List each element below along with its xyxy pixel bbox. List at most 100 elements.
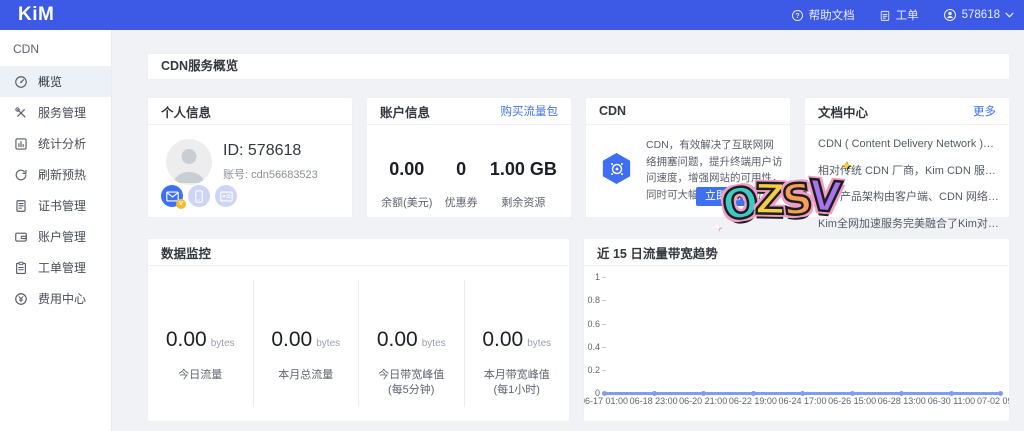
- sidebar-item-label: 服务管理: [38, 104, 86, 121]
- docs-card-header: 文档中心 更多: [805, 98, 1009, 125]
- docs-center-card: 文档中心 更多 CDN ( Content Delivery Network )…: [804, 97, 1010, 218]
- certificate-icon: [14, 199, 28, 213]
- docs-list: CDN ( Content Delivery Network )，也即内容分发 …: [818, 131, 999, 237]
- data-monitor-card: 数据监控 0.00bytes 今日流量 0.00bytes 本月总流量 0.00…: [147, 238, 570, 422]
- docs-more-link[interactable]: 更多: [973, 103, 996, 119]
- help-icon: ?: [791, 9, 804, 22]
- ticket-button[interactable]: 工单: [879, 7, 919, 23]
- month-traffic-stat: 0.00bytes 本月总流量: [253, 280, 359, 407]
- docs-card-title: 文档中心: [818, 102, 868, 121]
- mail-verified-icon[interactable]: v: [161, 185, 183, 207]
- help-docs-button[interactable]: ? 帮助文档: [791, 7, 855, 23]
- sidebar-item-ticket-mgmt[interactable]: 工单管理: [0, 252, 111, 283]
- clipboard-icon: [14, 261, 28, 275]
- y-tick: 0.2: [584, 365, 600, 375]
- coupon-value: 0: [445, 159, 478, 180]
- sidebar-item-refresh-prewarm[interactable]: 刷新预热: [0, 159, 111, 190]
- sidebar-item-service-mgmt[interactable]: 服务管理: [0, 97, 111, 128]
- personal-info-card: 个人信息 ID: 578618 账号: cdn56683523 v: [147, 97, 353, 218]
- doc-link-3[interactable]: 整个产品架构由客户端、CDN 网络、企业源站、...: [818, 184, 999, 211]
- x-tick: 07-02 09:00: [970, 396, 1009, 406]
- sidebar-item-label: 统计分析: [38, 135, 86, 152]
- month-traffic-unit: bytes: [316, 338, 340, 349]
- verified-badge-icon: v: [176, 199, 186, 209]
- sidebar-item-label: 概览: [38, 73, 62, 90]
- y-tick: 0.8: [584, 295, 600, 305]
- doc-link-1[interactable]: CDN ( Content Delivery Network )，也即内容分发 …: [818, 131, 999, 158]
- trend-chart-title: 近 15 日流量带宽趋势: [597, 243, 718, 262]
- account-info-card: 账户信息 购买流量包 0.00 余额(美元) 0 优惠券 1.00 GB 剩余资…: [366, 97, 572, 218]
- cdn-product-card: CDN CDN，有效解决了互联网网络拥塞问题，提升终端用户访问速度，增强网站的可…: [585, 97, 791, 218]
- today-bandwidth-peak-stat: 0.00 bytes 今日带宽峰值 (每5分钟): [358, 280, 464, 407]
- refresh-icon: [14, 168, 28, 182]
- bar-chart-icon: [14, 137, 28, 151]
- help-label: 帮助文档: [809, 7, 855, 23]
- today-peak-sublabel: (每5分钟): [359, 383, 464, 398]
- sidebar-item-label: 工单管理: [38, 259, 86, 276]
- gauge-icon: [14, 75, 28, 89]
- bandwidth-trend-card: 近 15 日流量带宽趋势 1 0.8 0.6 0.4 0.2 0 06-17 0…: [583, 238, 1010, 422]
- account-info-title: 账户信息: [380, 102, 430, 121]
- today-peak-unit: bytes: [422, 338, 446, 349]
- month-peak-value: 0.00: [482, 328, 523, 351]
- data-monitor-title: 数据监控: [161, 243, 211, 262]
- personal-info-header: 个人信息: [148, 98, 352, 125]
- user-id-label: 578618: [962, 9, 1000, 21]
- top-header: KiM ? 帮助文档 工单 578618: [0, 0, 1024, 30]
- y-tick: 0.6: [584, 319, 600, 329]
- tools-icon: [14, 106, 28, 120]
- svg-text:?: ?: [795, 12, 799, 19]
- wallet-icon: [14, 230, 28, 244]
- ticket-label: 工单: [896, 7, 919, 23]
- remaining-resource-stat: 1.00 GB 剩余资源: [490, 159, 557, 210]
- user-avatar-icon: [943, 8, 957, 22]
- today-traffic-label: 今日流量: [148, 368, 253, 383]
- sidebar-item-overview[interactable]: 概览: [0, 66, 111, 97]
- sidebar-item-label: 刷新预热: [38, 166, 86, 183]
- today-peak-label: 今日带宽峰值: [359, 368, 464, 383]
- trend-chart-header: 近 15 日流量带宽趋势: [584, 239, 1009, 266]
- buy-traffic-package-link[interactable]: 购买流量包: [501, 103, 559, 119]
- id-card-icon[interactable]: [215, 185, 237, 207]
- use-now-button[interactable]: 立即使用: [696, 187, 758, 206]
- sidebar: CDN 概览 服务管理 统计分析 刷新预热 证书管理 账户管理 工单管理: [0, 30, 112, 431]
- today-traffic-unit: bytes: [211, 338, 235, 349]
- sidebar-item-certificate-mgmt[interactable]: 证书管理: [0, 190, 111, 221]
- month-bandwidth-peak-stat: 0.00bytes 本月带宽峰值 (每1小时): [464, 280, 570, 407]
- verification-icons: v: [161, 185, 237, 207]
- sidebar-item-account-mgmt[interactable]: 账户管理: [0, 221, 111, 252]
- balance-stat: 0.00 余额(美元): [381, 159, 432, 210]
- month-peak-sublabel: (每1小时): [465, 383, 570, 398]
- sidebar-item-statistics[interactable]: 统计分析: [0, 128, 111, 159]
- sidebar-item-label: 账户管理: [38, 228, 86, 245]
- coupon-stat: 0 优惠券: [445, 159, 478, 210]
- trend-chart: 1 0.8 0.6 0.4 0.2 0 06-17 01:00 06-18 23…: [584, 266, 1009, 421]
- doc-link-4[interactable]: Kim全网加速服务完美融合了Kim对象存储和 CDN ...: [818, 211, 999, 238]
- billing-icon: [14, 292, 28, 306]
- user-menu[interactable]: 578618: [943, 8, 1014, 22]
- personal-account-number: 账号: cdn56683523: [223, 166, 318, 182]
- today-traffic-value: 0.00: [166, 328, 207, 351]
- remaining-resource-label: 剩余资源: [490, 194, 557, 210]
- account-stats: 0.00 余额(美元) 0 优惠券 1.00 GB 剩余资源: [367, 125, 571, 217]
- sidebar-item-billing-center[interactable]: 费用中心: [0, 283, 111, 314]
- sidebar-item-label: 证书管理: [38, 197, 86, 214]
- header-actions: ? 帮助文档 工单 578618: [791, 0, 1014, 30]
- month-traffic-value: 0.00: [271, 328, 312, 351]
- balance-value: 0.00: [381, 159, 432, 180]
- month-peak-label: 本月带宽峰值: [465, 368, 570, 383]
- doc-link-2[interactable]: 相对传统 CDN 厂商，Kim CDN 服务完全实现全自...: [818, 158, 999, 185]
- cdn-hexagon-icon: [601, 153, 632, 184]
- data-monitor-stats: 0.00bytes 今日流量 0.00bytes 本月总流量 0.00bytes…: [148, 266, 569, 421]
- avatar: [166, 139, 212, 185]
- account-info-header: 账户信息 购买流量包: [367, 98, 571, 125]
- balance-label: 余额(美元): [381, 194, 432, 210]
- app-root: KiM ? 帮助文档 工单 578618: [0, 0, 1024, 431]
- chevron-down-icon: [1005, 12, 1014, 18]
- page-title: CDN服务概览: [147, 53, 1010, 80]
- today-peak-value: 0.00: [377, 328, 418, 351]
- y-tick: 1: [584, 272, 600, 282]
- cdn-card-header: CDN: [586, 98, 790, 125]
- remaining-resource-value: 1.00 GB: [490, 159, 557, 180]
- phone-icon[interactable]: [188, 185, 210, 207]
